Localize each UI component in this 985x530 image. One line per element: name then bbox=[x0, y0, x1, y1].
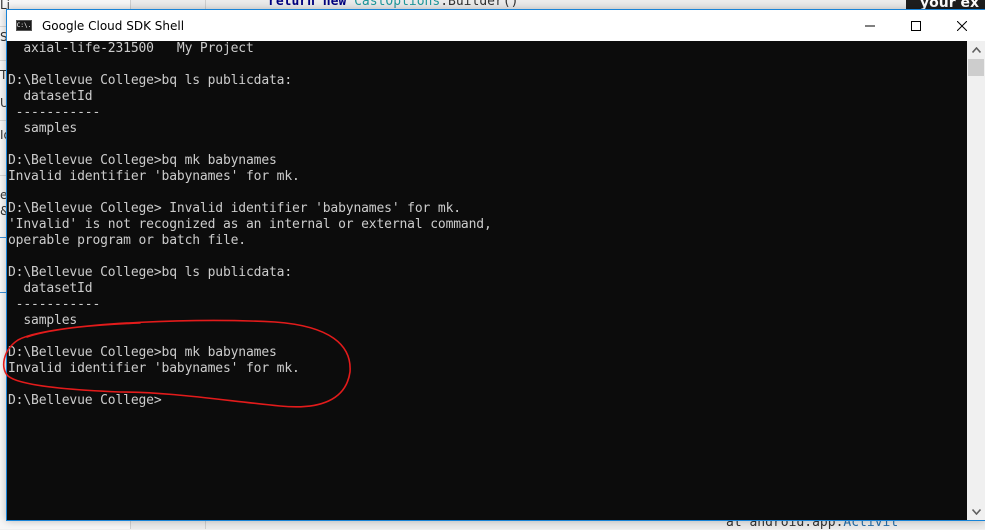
console-output[interactable]: axial-life-231500 My Project D:\Bellevue … bbox=[7, 41, 967, 520]
close-icon bbox=[957, 20, 967, 31]
code-text: .Builder() bbox=[440, 0, 519, 9]
console-line: ----------- bbox=[8, 105, 101, 120]
chevron-down-icon bbox=[971, 508, 981, 515]
console-line: Invalid identifier 'babynames' for mk. bbox=[8, 169, 300, 184]
code-class: CastOptions bbox=[354, 0, 441, 9]
console-line: D:\Bellevue College> bbox=[8, 393, 162, 408]
console-line: 'Invalid' is not recognized as an intern… bbox=[8, 217, 492, 232]
window-title: Google Cloud SDK Shell bbox=[42, 18, 185, 33]
console-lines: axial-life-231500 My Project D:\Bellevue … bbox=[8, 41, 492, 409]
cmd-icon: C:\. bbox=[16, 20, 32, 31]
console-line: axial-life-231500 My Project bbox=[8, 41, 254, 56]
scroll-down-button[interactable] bbox=[967, 503, 985, 520]
chevron-up-icon bbox=[971, 46, 981, 53]
minimize-icon bbox=[865, 25, 875, 26]
console-line: Invalid identifier 'babynames' for mk. bbox=[8, 361, 300, 376]
background-code-line: return new CastOptions.Builder() bbox=[268, 0, 518, 9]
background-dark-tab: your ex bbox=[906, 0, 985, 9]
console-line: samples bbox=[8, 313, 78, 328]
code-keyword: new bbox=[322, 0, 347, 9]
maximize-button[interactable] bbox=[893, 10, 939, 41]
console-line: D:\Bellevue College>bq mk babynames bbox=[8, 153, 277, 168]
console-line: operable program or batch file. bbox=[8, 233, 246, 248]
console-line: D:\Bellevue College>bq mk babynames bbox=[8, 345, 277, 360]
close-button[interactable] bbox=[939, 10, 985, 41]
console-line: datasetId bbox=[8, 89, 93, 104]
console-line: datasetId bbox=[8, 281, 93, 296]
console-line: ----------- bbox=[8, 297, 101, 312]
console-line: D:\Bellevue College>bq ls publicdata: bbox=[8, 265, 293, 280]
cmd-icon-text: C:\. bbox=[16, 21, 32, 29]
scroll-up-button[interactable] bbox=[967, 41, 985, 58]
maximize-icon bbox=[911, 20, 921, 31]
scroll-thumb[interactable] bbox=[968, 59, 984, 76]
window-controls bbox=[847, 10, 985, 41]
console-line: D:\Bellevue College> Invalid identifier … bbox=[8, 201, 461, 216]
console-line: samples bbox=[8, 121, 78, 136]
console-line: D:\Bellevue College>bq ls publicdata: bbox=[8, 73, 293, 88]
vertical-scrollbar[interactable] bbox=[967, 41, 985, 520]
console-window[interactable]: C:\. Google Cloud SDK Shell axial-life-2… bbox=[6, 9, 985, 521]
code-keyword: return bbox=[268, 0, 315, 9]
title-bar[interactable]: C:\. Google Cloud SDK Shell bbox=[7, 10, 985, 41]
minimize-button[interactable] bbox=[847, 10, 893, 41]
